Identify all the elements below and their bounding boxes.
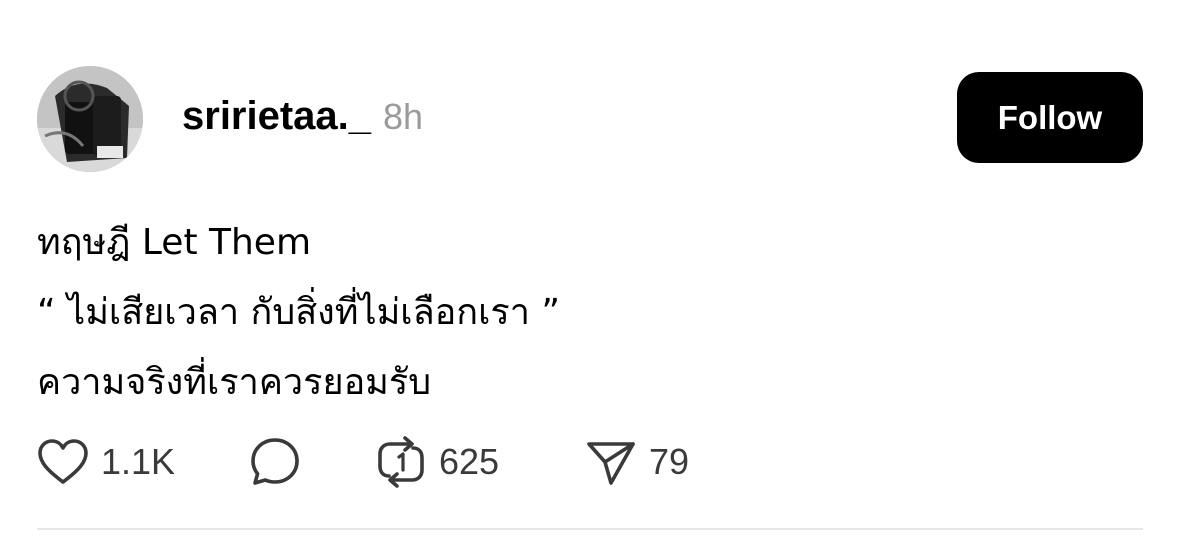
post-text-line: ความจริงที่เราควรยอมรับ: [37, 362, 432, 403]
heart-icon: [37, 438, 89, 486]
post: sririetaa._ 8h Follow ทฤษฎี Let Them “ ไ…: [0, 0, 1179, 537]
avatar[interactable]: [37, 66, 143, 172]
repost-count: 625: [439, 441, 500, 482]
like-button[interactable]: 1.1K: [37, 434, 175, 490]
send-icon: [585, 436, 637, 488]
repost-icon: [375, 436, 427, 488]
post-text-line: ทฤษฎี Let Them: [37, 222, 312, 263]
divider: [37, 528, 1143, 530]
share-button[interactable]: 79: [585, 434, 689, 490]
post-body: ทฤษฎี Let Them “ ไม่เสียเวลา กับสิ่งที่ไ…: [37, 208, 1137, 418]
like-count: 1.1K: [101, 441, 176, 482]
reply-button[interactable]: [249, 434, 301, 490]
comment-icon: [249, 436, 301, 488]
share-count: 79: [649, 441, 690, 482]
post-header: sririetaa._ 8h: [182, 94, 423, 146]
username[interactable]: sririetaa._: [182, 94, 371, 139]
follow-button[interactable]: Follow: [957, 72, 1143, 163]
repost-button[interactable]: 625: [375, 434, 499, 490]
post-timestamp: 8h: [383, 96, 424, 137]
post-actions: 1.1K 625 79: [37, 434, 837, 490]
post-text-line: “ ไม่เสียเวลา กับสิ่งที่ไม่เลือกเรา ”: [37, 292, 561, 333]
